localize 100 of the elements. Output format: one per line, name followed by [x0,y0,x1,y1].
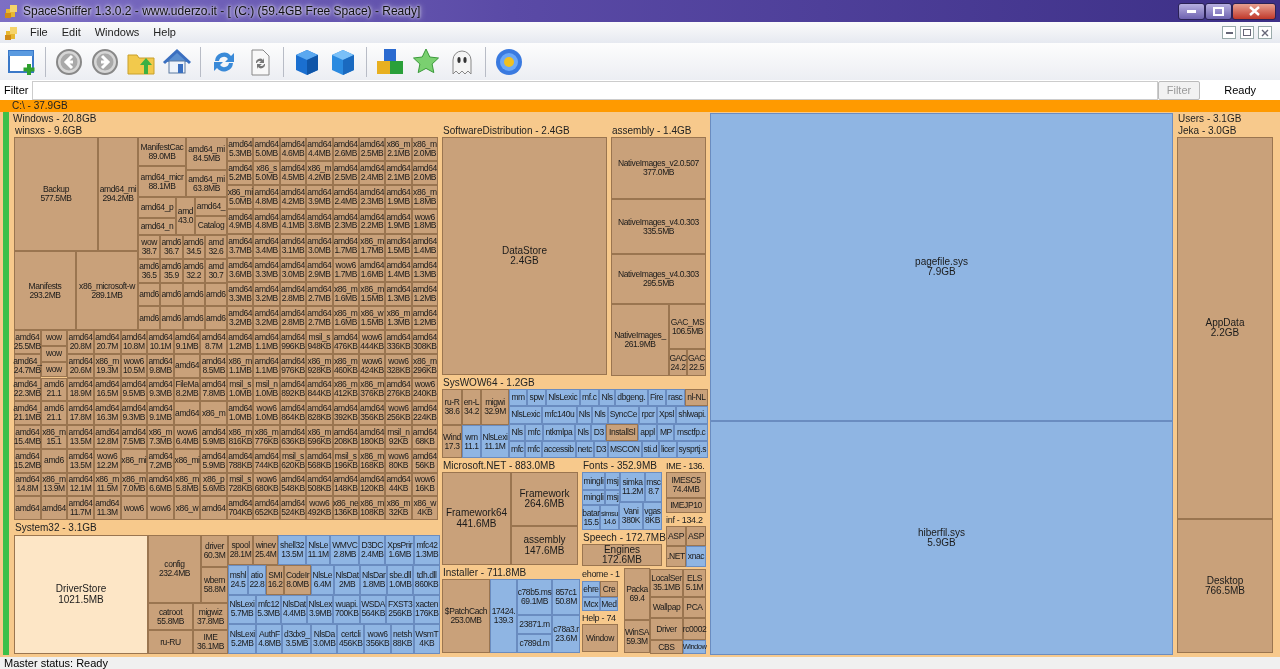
folder-tile[interactable]: en-L 34.2 [462,389,481,425]
folder-tile[interactable]: amd 32.6 [204,235,227,259]
folder-tile[interactable]: amd6 [138,306,161,330]
file-tile[interactable]: AuthF 4.8MB [256,624,283,654]
folder-tile[interactable]: Manifests 293.2MB [14,251,76,330]
folder-tile[interactable]: amd64_mi 63.8MB [186,170,227,197]
folder-tile[interactable]: nl-NL [684,389,708,407]
folder-tile[interactable]: amd64 508KB [306,472,333,497]
folder-tile[interactable]: wow6 1.8MB [411,209,438,234]
folder-tile[interactable]: NativeImages_ 261.9MB [611,304,669,376]
folder-tile[interactable]: amd64 2.1MB [385,161,412,186]
file-tile[interactable]: msc 8.7 [645,472,662,502]
file-tile[interactable]: mm [509,389,528,407]
file-tile[interactable]: batar 15.5 [582,505,600,530]
folder-tile[interactable]: Framework64 441.6MB [442,472,511,565]
file-tile[interactable]: wm 11.1 [462,425,481,458]
folder-tile[interactable]: x86_m 108KB [358,496,386,520]
folder-tile[interactable]: amd64 864KB [279,401,307,425]
file-tile[interactable]: msj [605,490,620,505]
file-tile[interactable]: c78b5.ms 69.1MB [517,579,552,615]
folder-tile[interactable]: amd64 44KB [385,472,412,497]
folder-tile[interactable]: Cre [600,581,618,597]
folder-tile[interactable]: wow6 6.4MB [173,425,201,449]
folder-tile[interactable]: amd64 2.5MB [332,161,359,186]
folder-tile[interactable]: amd64 17.8M [67,401,94,425]
folder-tile[interactable]: rc0002 [683,618,706,640]
folder-tile[interactable]: amd64 7.2MB [147,448,174,473]
folder-tile[interactable]: CBS [650,640,683,654]
folder-tile[interactable]: wow6 680KB [253,472,280,497]
folder-tile[interactable]: wow 38.7 [138,235,161,259]
folder-tile[interactable]: amd64 4.8MB [253,209,280,234]
file-tile[interactable]: tdh.dll 860KB [413,564,440,595]
folder-tile[interactable]: x86_ne 136KB [332,496,359,520]
folder-tile[interactable]: amd64 2.4MB [358,161,386,186]
folder-tile[interactable]: msil_n 1.0MB [253,377,280,402]
file-tile[interactable]: msj [605,472,620,490]
file-tile[interactable]: mfc140u [542,406,577,424]
file-tile[interactable]: XpsPrir 1.6MB [385,535,414,565]
folder-tile[interactable]: catroot 55.8MB [148,603,193,630]
folder-tile[interactable]: amd64 25.5MB [14,330,41,354]
file-tile[interactable]: WsmT 4KB [413,624,440,654]
file-tile[interactable]: NlsDar 1.8MB [360,564,388,595]
folder-tile[interactable]: amd64 12.1M [67,472,94,497]
folder-tile[interactable]: Packa 69.4 [624,568,650,620]
folder-tile[interactable]: amd64 9.3MB [147,377,174,402]
folder-tile[interactable]: amd64 4.6MB [279,137,307,162]
folder-tile[interactable]: x86_m 596KB [306,425,333,449]
folder-tile[interactable]: amd64 392KB [332,401,359,425]
folder-tile[interactable]: x86_m 2.0MB [411,137,438,162]
folder-tile[interactable]: Framework 264.6MB [511,472,578,526]
folder-tile[interactable]: migwi 32.9M [481,389,509,425]
folder-tile[interactable]: Wind 17.3 [442,425,462,458]
folder-tile[interactable]: ELS 5.1M [683,569,706,597]
file-tile[interactable]: wow6 356KB [364,624,392,654]
folder-tile[interactable]: amd64 3.6MB [227,257,254,282]
folder-tile[interactable]: Desktop 766.5MB [1177,519,1273,653]
folder-tile[interactable]: msil_s 728KB [227,472,254,497]
file-tile[interactable]: 17424. 139.3 [490,579,517,653]
file-tile[interactable]: NlsLexic [545,389,580,407]
folder-tile[interactable]: x86_m 7.3MB [147,425,174,449]
folder-tile[interactable]: amd64 828KB [306,401,333,425]
folder-tile[interactable]: amd64 1.9MB [385,185,412,210]
folder-tile[interactable]: amd64 3.0MB [306,233,333,258]
file-tile[interactable]: NlsLexi 5.2MB [228,624,257,654]
folder-tile[interactable]: amd64 1.3MB [385,281,412,306]
folder-tile[interactable]: amd64_ 21.1MB [14,401,41,425]
folder-tile[interactable]: amd64 68KB [411,425,438,449]
file-tile[interactable]: mshl 24.5 [228,564,248,595]
file-tile[interactable]: ehre [582,581,600,597]
folder-tile[interactable]: amd64 2.7MB [306,281,333,306]
folder-tile[interactable]: amd64 20.6M [67,353,94,378]
folder-tile[interactable]: amd64 3.2MB [253,305,280,330]
folder-tile[interactable]: Driver [650,618,683,640]
folder-tile[interactable]: AppData 2.2GB [1177,137,1273,519]
folder-tile[interactable]: LocalSer 35.1MB [650,569,683,597]
folder-tile[interactable]: amd64 356KB [358,401,386,425]
folder-tile[interactable]: x86_m 15.1 [40,425,68,449]
blocks-icon[interactable] [375,46,405,77]
folder-tile[interactable]: amd6 36.7 [160,235,183,259]
folder-tile[interactable]: amd64 208KB [332,425,359,449]
folder-tile[interactable]: amd64 20.7M [93,330,121,354]
folder-tile[interactable]: Catalog [195,216,227,235]
folder-tile[interactable]: x86_mi 5.0MB [227,185,254,210]
folder-tile[interactable]: amd64 1.1MB [253,353,280,378]
file-tile[interactable]: 23871.m [517,615,552,634]
folder-tile[interactable]: amd6 36.5 [138,258,161,283]
folder-tile[interactable]: ManifestCac 89.0MB [138,137,186,166]
folder-tile[interactable]: amd64 2.3MB [332,209,359,234]
folder-tile[interactable]: amd6 [204,306,227,330]
folder-tile[interactable]: ASP [666,526,686,546]
folder-tile[interactable]: amd64 1.1MB [253,330,280,354]
folder-tile[interactable]: amd64 4.9MB [227,209,254,234]
folder-tile[interactable]: wow6 [147,496,174,520]
folder-tile[interactable]: amd64 524KB [279,496,307,520]
folder-tile[interactable]: x86_microsoft-w 289.1MB [76,251,138,330]
folder-tile[interactable]: DataStore 2.4GB [442,137,607,375]
back-icon[interactable] [54,46,84,77]
menu-item[interactable]: Help [146,24,183,41]
folder-tile[interactable]: amd64 4.2MB [279,185,307,210]
folder-tile[interactable]: config 232.4MB [148,535,201,603]
